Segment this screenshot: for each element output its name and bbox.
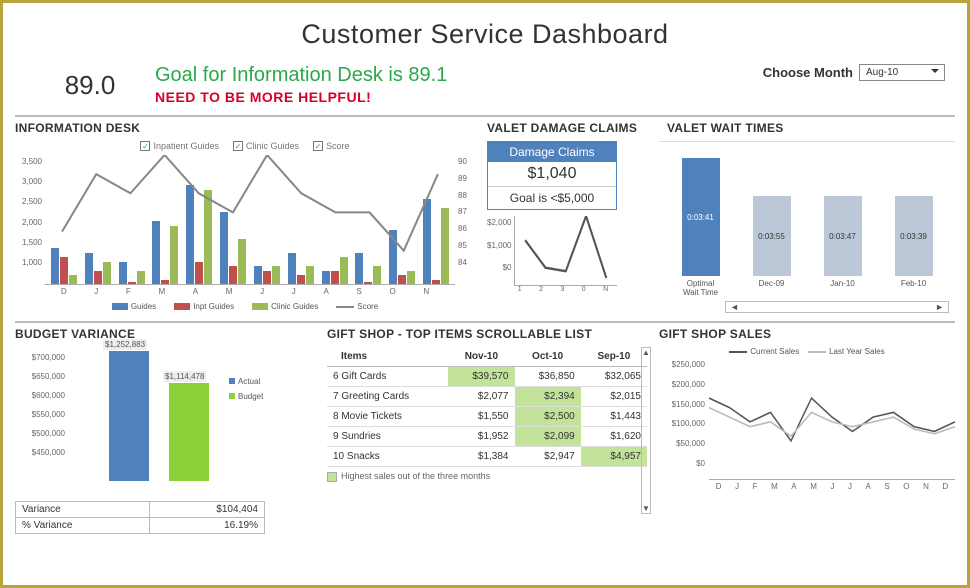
info-desk-left-axis: 3,5003,0002,5002,0001,5001,000: [15, 155, 45, 285]
damage-claims-goal: Goal is <$5,000: [488, 187, 616, 209]
valet-wait-times-panel: VALET WAIT TIMES 0:03:410:03:550:03:470:…: [659, 121, 955, 313]
choose-month-label: Choose Month: [763, 65, 853, 80]
valet-wait-title: VALET WAIT TIMES: [667, 121, 955, 135]
sales-x-axis: DJFMAMJJASOND: [659, 482, 955, 491]
main-score: 89.0: [25, 64, 155, 101]
sales-y-axis: $250,000$200,000$150,000$100,000$50,000$…: [659, 360, 709, 480]
scroll-right-icon[interactable]: ►: [931, 302, 948, 312]
table-row: Variance$104,404: [16, 502, 265, 518]
table-row: 10 Snacks$1,384$2,947$4,957: [327, 447, 647, 467]
gift-shop-table: Items Nov-10 Oct-10 Sep-10 6 Gift Cards$…: [327, 347, 647, 467]
gift-shop-sales-panel: GIFT SHOP SALES Current Sales Last Year …: [659, 327, 955, 534]
month-dropdown[interactable]: Aug-10: [859, 64, 945, 81]
info-desk-chart: [45, 155, 455, 285]
page-title: Customer Service Dashboard: [15, 19, 955, 50]
top-summary-row: 89.0 Goal for Information Desk is 89.1 N…: [15, 64, 955, 113]
damage-claims-x-axis: 1230N: [487, 286, 617, 293]
budget-budget-label: $1,114,478: [163, 371, 206, 382]
damage-claims-value: $1,040: [488, 162, 616, 187]
valet-wait-chart: 0:03:410:03:550:03:470:03:39: [659, 141, 955, 276]
info-desk-right-axis: 90898887868584: [455, 155, 475, 285]
gift-shop-scrollbar[interactable]: ▲ ▼: [641, 347, 651, 514]
table-row: 8 Movie Tickets$1,550$2,500$1,443: [327, 407, 647, 427]
info-desk-title: INFORMATION DESK: [15, 121, 475, 135]
checkbox-score[interactable]: ✓Score: [313, 141, 350, 151]
table-row: 7 Greeting Cards$2,077$2,394$2,015: [327, 387, 647, 407]
gift-shop-top-items-panel: GIFT SHOP - TOP ITEMS SCROLLABLE LIST It…: [327, 327, 647, 534]
gift-shop-title: GIFT SHOP - TOP ITEMS SCROLLABLE LIST: [327, 327, 647, 341]
table-row: 9 Sundries$1,952$2,099$1,620: [327, 427, 647, 447]
budget-variance-table: Variance$104,404 % Variance16.19%: [15, 501, 265, 534]
damage-claims-header: Damage Claims: [488, 142, 616, 162]
scroll-left-icon[interactable]: ◄: [726, 302, 743, 312]
scroll-up-icon[interactable]: ▲: [642, 348, 650, 357]
damage-claims-box: Damage Claims $1,040 Goal is <$5,000: [487, 141, 617, 210]
alert-text: NEED TO BE MORE HELPFUL!: [155, 89, 763, 105]
checkbox-inpatient-guides[interactable]: ✓Inpatient Guides: [140, 141, 219, 151]
budget-bar-actual: [109, 351, 149, 481]
table-row: 6 Gift Cards$39,570$36,850$32,065: [327, 367, 647, 387]
table-row: % Variance16.19%: [16, 518, 265, 534]
valet-damage-claims-panel: VALET DAMAGE CLAIMS Damage Claims $1,040…: [487, 121, 647, 313]
gift-shop-footnote: Highest sales out of the three months: [327, 471, 647, 482]
budget-actual-label: $1,252,883: [103, 339, 147, 350]
sales-legend: Current Sales Last Year Sales: [659, 347, 955, 356]
budget-chart: $700,000$650,000$600,000$550,000$500,000…: [15, 347, 315, 497]
valet-wait-x-axis: Optimal Wait TimeDec-09Jan-10Feb-10: [659, 276, 955, 297]
information-desk-panel: INFORMATION DESK ✓Inpatient Guides ✓Clin…: [15, 121, 475, 313]
budget-title: BUDGET VARIANCE: [15, 327, 315, 341]
damage-claims-sparkline: $2,000$1,000$0: [487, 216, 617, 286]
info-desk-legend: Guides Inpt Guides Clinic Guides Score: [15, 302, 475, 311]
info-desk-x-axis: DJFMAMJJASON: [15, 285, 475, 296]
budget-bar-budget: [169, 383, 209, 481]
scroll-down-icon[interactable]: ▼: [642, 504, 650, 513]
sales-chart: [709, 360, 955, 480]
valet-claims-title: VALET DAMAGE CLAIMS: [487, 121, 647, 135]
checkbox-clinic-guides[interactable]: ✓Clinic Guides: [233, 141, 299, 151]
budget-variance-panel: BUDGET VARIANCE $700,000$650,000$600,000…: [15, 327, 315, 534]
goal-text: Goal for Information Desk is 89.1: [155, 64, 763, 87]
valet-wait-scrollbar[interactable]: ◄►: [725, 301, 949, 313]
sales-title: GIFT SHOP SALES: [659, 327, 955, 341]
